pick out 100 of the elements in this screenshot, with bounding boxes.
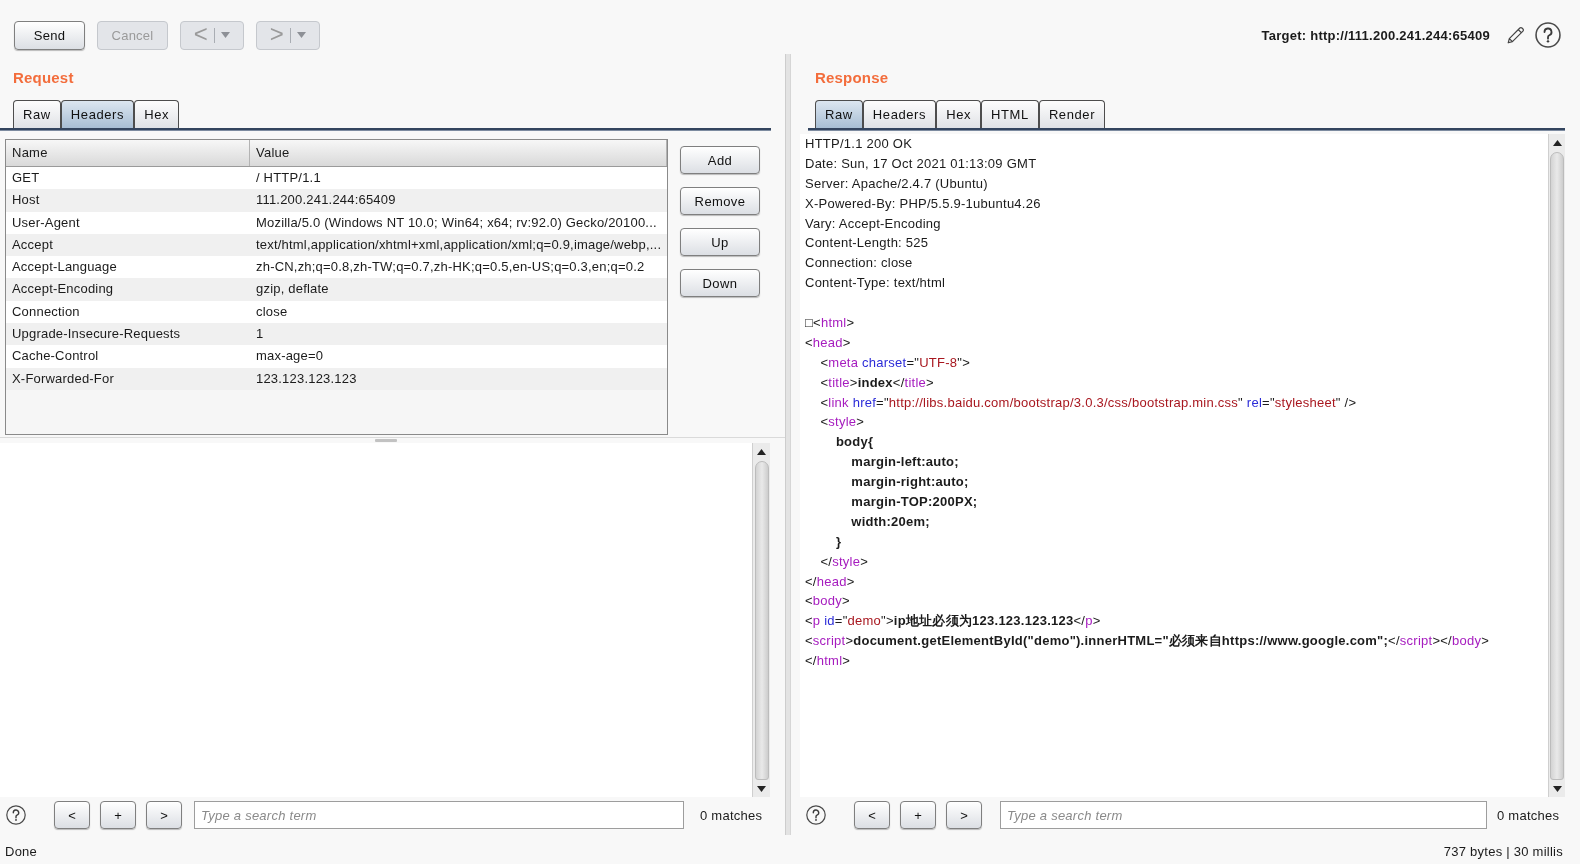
code-line: </style> bbox=[820, 552, 868, 571]
header-line: Server: Apache/2.4.7 (Ubuntu) bbox=[805, 174, 988, 193]
scrollbar-track[interactable] bbox=[752, 443, 770, 797]
header-line: Vary: Accept-Encoding bbox=[805, 214, 941, 233]
code-line: width:20em; bbox=[851, 512, 930, 531]
status-text: Done bbox=[5, 844, 38, 859]
caret-icon bbox=[221, 32, 231, 38]
panel-title: Response bbox=[815, 69, 889, 87]
tab[interactable]: Render bbox=[1038, 100, 1106, 128]
column-header[interactable]: Name bbox=[6, 140, 250, 166]
down-arrow-icon[interactable] bbox=[757, 786, 766, 792]
code-line: margin-TOP:200PX; bbox=[851, 493, 978, 512]
plus-button[interactable]: + bbox=[100, 801, 136, 829]
previous-button[interactable]: < bbox=[54, 801, 90, 829]
code-line: <body> bbox=[805, 592, 850, 611]
header-line: Content-Length: 525 bbox=[805, 234, 929, 253]
plus-button[interactable]: + bbox=[900, 801, 936, 829]
table-cell-text: Connection bbox=[11, 302, 81, 321]
table-row[interactable]: Upgrade-Insecure-Requests 1 bbox=[6, 323, 667, 346]
tab[interactable]: Raw bbox=[13, 100, 61, 128]
help-icon[interactable] bbox=[806, 805, 826, 825]
table-cell-text: Accept bbox=[11, 235, 54, 254]
tab[interactable]: Headers bbox=[862, 100, 937, 128]
code-line: margin-right:auto; bbox=[851, 473, 969, 492]
code-line: <meta charset="UTF-8"> bbox=[820, 353, 970, 372]
table-row[interactable]: X-Forwarded-For 123.123.123.123 bbox=[6, 367, 667, 390]
column-header[interactable]: Value bbox=[250, 140, 667, 166]
tab[interactable]: Headers bbox=[60, 100, 135, 128]
tab[interactable]: HTML bbox=[981, 100, 1039, 128]
table-row[interactable]: User-Agent Mozilla/5.0 (Windows NT 10.0; Win64; x64; rv:92.0) Gecko/20100... bbox=[6, 211, 667, 234]
remove-button[interactable]: Remove bbox=[680, 187, 760, 215]
header-line: X-Powered-By: PHP/5.5.9-1ubuntu4.26 bbox=[805, 194, 1041, 213]
scrollbar-thumb[interactable] bbox=[1550, 152, 1564, 780]
table-cell-text: User-Agent bbox=[11, 213, 81, 232]
table-cell-text: Host bbox=[11, 191, 41, 210]
scrollbar-thumb[interactable] bbox=[754, 461, 769, 780]
code-line: } bbox=[835, 532, 842, 551]
pencil-icon[interactable] bbox=[1505, 24, 1527, 46]
up-arrow-icon[interactable] bbox=[757, 449, 766, 455]
table-cell-text: Accept-Language bbox=[11, 258, 118, 277]
table-row[interactable]: GET / HTTP/1.1 bbox=[6, 167, 667, 190]
table-cell-text: Accept-Encoding bbox=[11, 280, 115, 299]
table-cell-text: close bbox=[255, 302, 289, 321]
table-cell-text: Cache-Control bbox=[11, 347, 100, 366]
table-cell-text: 1 bbox=[255, 325, 265, 344]
caret-icon bbox=[297, 32, 307, 38]
code-line: □<html> bbox=[805, 314, 855, 332]
table-cell-text: text/html,application/xhtml+xml,application/xml;q=0.9,image/webp,... bbox=[255, 235, 663, 254]
down-arrow-icon[interactable] bbox=[1552, 786, 1562, 792]
add-button[interactable]: Add bbox=[680, 146, 760, 174]
code-line: <title>index</title> bbox=[820, 373, 934, 392]
code-line: </head> bbox=[805, 572, 855, 591]
splitter-handle[interactable] bbox=[374, 439, 397, 442]
table-cell-text: X-Forwarded-For bbox=[11, 369, 115, 388]
next-button[interactable]: > bbox=[946, 801, 982, 829]
header-line: Date: Sun, 17 Oct 2021 01:13:09 GMT bbox=[805, 154, 1037, 173]
target-label: Target: http://111.200.241.244:65409 bbox=[1261, 27, 1490, 43]
panel-title: Request bbox=[13, 69, 74, 87]
header-line: Connection: close bbox=[805, 254, 913, 273]
help-icon[interactable] bbox=[1535, 22, 1561, 48]
code-line: </html> bbox=[805, 652, 851, 671]
search-field[interactable]: Type a search term bbox=[1000, 801, 1487, 829]
table-cell-text: Mozilla/5.0 (Windows NT 10.0; Win64; x64; rv:92.0) Gecko/20100... bbox=[255, 213, 658, 232]
table-cell-text: / HTTP/1.1 bbox=[255, 169, 322, 187]
table-row[interactable]: Accept-Encoding gzip, deflate bbox=[6, 278, 667, 301]
scrollbar-track[interactable] bbox=[1548, 134, 1565, 797]
table-cell-text: 123.123.123.123 bbox=[255, 369, 358, 388]
response-stats: 737 bytes | 30 millis bbox=[1443, 844, 1563, 859]
code-line: <head> bbox=[805, 333, 851, 352]
up-button[interactable]: Up bbox=[680, 228, 760, 256]
help-icon[interactable] bbox=[6, 805, 26, 825]
code-line: <style> bbox=[820, 413, 865, 432]
code-line: <p id="demo">ip地址必须为123.123.123.123</p> bbox=[805, 612, 1101, 631]
table-cell-text: Upgrade-Insecure-Requests bbox=[11, 325, 182, 344]
table-cell-text: max-age=0 bbox=[255, 347, 325, 366]
match-count: 0 matches bbox=[1497, 807, 1560, 823]
code-line: <link href="http://libs.baidu.com/bootstrap/3.0.3/css/bootstrap.min.css" rel="stylesheet" /> bbox=[820, 393, 1357, 412]
match-count: 0 matches bbox=[700, 807, 763, 823]
table-cell-text: 111.200.241.244:65409 bbox=[255, 191, 397, 210]
table-cell-text: gzip, deflate bbox=[255, 280, 330, 299]
next-button[interactable]: > bbox=[146, 801, 182, 829]
code-line: <script>document.getElementById("demo").innerHTML="必须来自https://www.google.com";</script></body> bbox=[805, 632, 1489, 651]
search-field[interactable]: Type a search term bbox=[194, 801, 684, 829]
previous-button[interactable]: < bbox=[854, 801, 890, 829]
table-row[interactable]: Cache-Control max-age=0 bbox=[6, 345, 667, 368]
table-cell-text: zh-CN,zh;q=0.8,zh-TW;q=0.7,zh-HK;q=0.5,en-US;q=0.3,en;q=0.2 bbox=[255, 258, 646, 277]
code-line: body{ bbox=[835, 433, 874, 452]
send-button[interactable]: Send bbox=[14, 20, 85, 50]
tab[interactable]: Hex bbox=[936, 100, 982, 128]
table-row[interactable]: Host 111.200.241.244:65409 bbox=[6, 189, 667, 212]
tab[interactable]: Raw bbox=[815, 100, 863, 128]
up-arrow-icon[interactable] bbox=[1552, 140, 1562, 146]
table-row[interactable]: Accept text/html,application/xhtml+xml,application/xml;q=0.9,image/webp,... bbox=[6, 233, 667, 257]
header-line: Content-Type: text/html bbox=[805, 274, 946, 293]
code-line: margin-left:auto; bbox=[851, 453, 959, 472]
tab[interactable]: Hex bbox=[134, 100, 180, 128]
table-row[interactable]: Connection close bbox=[6, 300, 667, 324]
table-row[interactable]: Accept-Language zh-CN,zh;q=0.8,zh-TW;q=0.7,zh-HK;q=0.5,en-US;q=0.3,en;q=0.2 bbox=[6, 256, 667, 279]
table-cell-text: GET bbox=[11, 169, 41, 187]
down-button[interactable]: Down bbox=[680, 269, 760, 297]
